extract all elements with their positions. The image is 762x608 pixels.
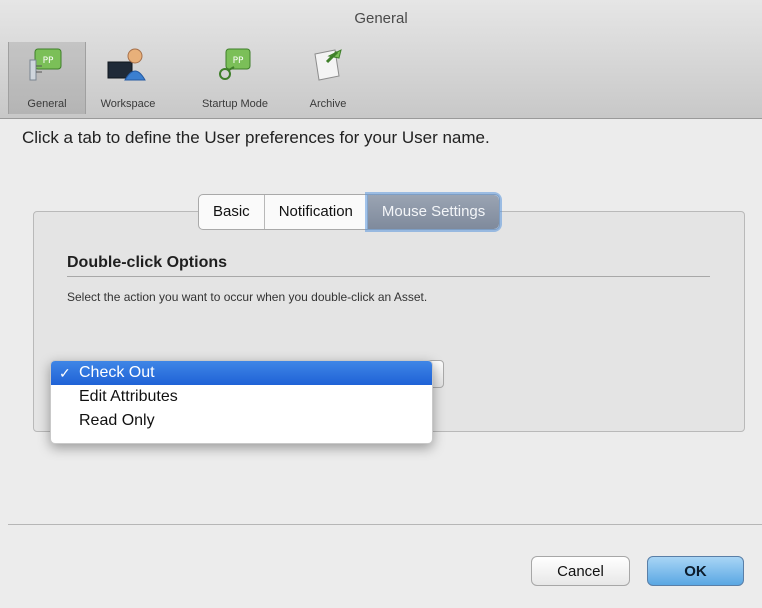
intro-text: Click a tab to define the User preferenc…	[22, 128, 490, 147]
double-click-dropdown-menu: ✓ Check Out Edit Attributes Read Only	[50, 360, 433, 444]
toolbar-item-label: Archive	[309, 98, 347, 110]
archive-icon	[314, 49, 342, 81]
dropdown-option-label: Check Out	[79, 364, 155, 381]
svg-text:PP: PP	[43, 56, 54, 66]
tab-notification[interactable]: Notification	[265, 195, 368, 229]
dropdown-option-label: Edit Attributes	[79, 388, 178, 405]
title-bar: General PP General Workspace PP Startup …	[0, 0, 762, 119]
toolbar-item-label: Workspace	[100, 98, 156, 110]
toolbar-item-startup-mode[interactable]: PP Startup Mode	[180, 42, 290, 114]
cancel-button[interactable]: Cancel	[531, 556, 630, 586]
dropdown-option-label: Read Only	[79, 412, 155, 429]
startup-mode-icon: PP	[219, 48, 251, 80]
checkmark-icon: ✓	[59, 365, 71, 381]
toolbar-item-label: General	[27, 98, 67, 110]
toolbar-item-label: Startup Mode	[201, 98, 269, 110]
footer-divider	[8, 524, 762, 525]
ok-button[interactable]: OK	[647, 556, 744, 586]
dropdown-option-read-only[interactable]: Read Only	[51, 409, 432, 433]
window-title: General	[354, 10, 408, 27]
tab-mouse-settings[interactable]: Mouse Settings	[367, 195, 500, 229]
dropdown-option-edit-attributes[interactable]: Edit Attributes	[51, 385, 432, 409]
svg-text:PP: PP	[233, 56, 244, 66]
toolbar-item-general[interactable]: PP General	[8, 42, 86, 114]
general-pp-icon: PP	[29, 48, 62, 81]
toolbar-item-archive[interactable]: Archive	[292, 42, 364, 114]
toolbar-item-workspace[interactable]: Workspace	[86, 42, 170, 114]
section-divider	[67, 276, 710, 277]
dropdown-option-check-out[interactable]: ✓ Check Out	[51, 361, 432, 385]
workspace-user-icon	[107, 48, 146, 81]
section-title: Double-click Options	[67, 254, 228, 271]
tab-basic[interactable]: Basic	[199, 195, 265, 229]
tab-bar: Basic Notification Mouse Settings	[198, 194, 501, 230]
section-description: Select the action you want to occur when…	[67, 290, 428, 304]
